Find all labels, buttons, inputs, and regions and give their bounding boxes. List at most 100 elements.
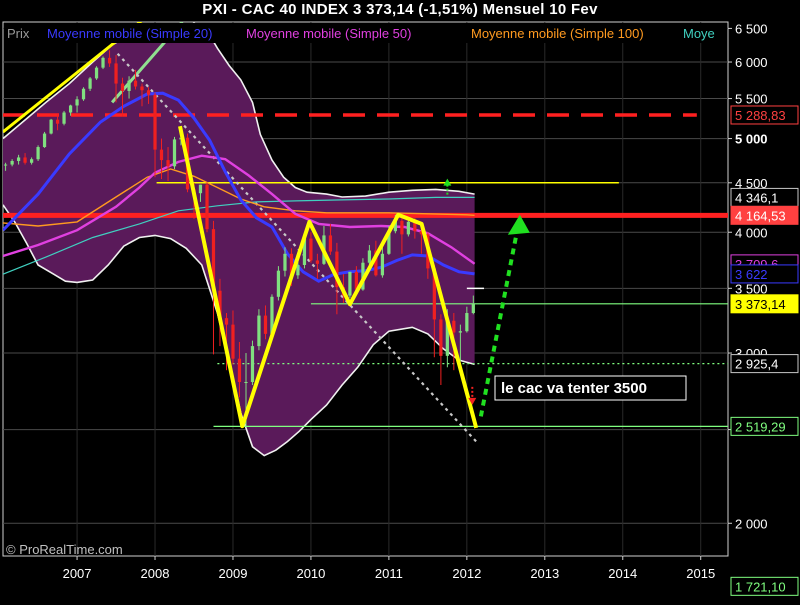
candle-body — [263, 315, 268, 334]
candle-body — [146, 90, 151, 95]
candle — [81, 87, 86, 101]
candle-body — [205, 184, 209, 230]
candle-body — [3, 164, 8, 166]
candle-body — [159, 149, 164, 161]
candle-body — [36, 147, 40, 160]
candle-body — [231, 324, 235, 359]
price-label: 3 622 — [730, 264, 799, 284]
price-label-text: 2 925,4 — [735, 357, 778, 372]
candle-body — [81, 88, 86, 100]
watermark: © ProRealTime.com — [6, 542, 123, 557]
price-label-text: 4 346,1 — [735, 190, 778, 205]
candle-body — [315, 260, 320, 264]
candle-body — [406, 221, 410, 235]
candle-body — [283, 253, 287, 271]
x-tick-label: 2008 — [141, 566, 170, 581]
candle — [250, 340, 255, 386]
price-label-text: 5 288,83 — [735, 108, 786, 123]
candle-body — [23, 157, 27, 163]
candle-body — [257, 315, 261, 347]
candle-body — [42, 133, 47, 148]
y-tick-label: 6 500 — [735, 21, 768, 36]
candle-body — [198, 184, 203, 194]
x-tick-label: 2014 — [608, 566, 637, 581]
legend-item: Moyenne mobile (Simple 100) — [471, 26, 644, 41]
y-tick-label: 5 500 — [735, 92, 768, 107]
candle-body — [380, 253, 385, 276]
price-label: 2 925,4 — [730, 354, 799, 374]
y-tick-label: 2 000 — [735, 516, 768, 531]
candle-body — [49, 119, 53, 134]
candle-body — [107, 57, 112, 64]
legend: Prix Moyenne mobile (Simple 20) Moyenne mo… — [4, 23, 727, 43]
candle-body — [452, 320, 456, 333]
x-tick-label: 2009 — [219, 566, 248, 581]
candle-body — [55, 119, 60, 124]
candle-body — [62, 112, 66, 124]
x-tick-label: 2010 — [296, 566, 325, 581]
legend-item: Moye — [683, 26, 715, 41]
price-label-text: 3 622 — [735, 267, 768, 282]
price-label: 2 519,29 — [730, 416, 799, 436]
y-tick-label: 3 500 — [735, 281, 768, 296]
x-tick-label: 2015 — [686, 566, 715, 581]
price-label: 1 721,10 — [730, 576, 799, 596]
x-tick-label: 2012 — [452, 566, 481, 581]
y-tick-label: 5 000 — [735, 132, 768, 147]
price-label: 3 373,14 — [730, 294, 799, 314]
chart-root: PXI - CAC 40 INDEX 3 373,14 (-1,51%) Men… — [0, 0, 800, 600]
candle — [348, 271, 352, 299]
candle-body — [348, 271, 352, 296]
candle-body — [88, 78, 92, 89]
candle-body — [309, 238, 313, 261]
candle-body — [276, 270, 281, 297]
annotation-text: le cac va tenter 3500 — [501, 380, 647, 397]
chart-title: PXI - CAC 40 INDEX 3 373,14 (-1,51%) Men… — [202, 1, 598, 18]
candle-body — [127, 80, 131, 91]
candle-body — [400, 220, 404, 235]
candle — [101, 56, 105, 70]
price-label: 5 288,83 — [730, 105, 799, 125]
x-tick-label: 2007 — [63, 566, 92, 581]
candle-body — [120, 83, 125, 91]
candle-body — [140, 86, 144, 91]
candle — [62, 110, 66, 126]
candle — [36, 145, 40, 161]
annotation-box: le cac va tenter 3500 — [494, 375, 687, 401]
chart-svg: le cac va tenter 3500 Prix Moyenne mobile … — [0, 21, 799, 596]
candle-body — [465, 313, 469, 332]
candle-body — [250, 346, 255, 383]
y-tick-label: 6 000 — [735, 55, 768, 70]
candle-body — [153, 94, 157, 150]
candle-body — [237, 358, 242, 383]
candle-body — [68, 105, 73, 113]
legend-item: Prix — [7, 26, 30, 41]
candle — [49, 118, 53, 135]
candle-body — [10, 160, 14, 165]
candle — [94, 66, 99, 80]
candle-body — [75, 99, 79, 106]
candle-body — [114, 63, 118, 84]
candle — [0, 161, 1, 167]
x-tick-label: 2011 — [375, 566, 403, 581]
candle-body — [166, 160, 170, 167]
candle — [205, 182, 209, 233]
candle-body — [16, 157, 21, 161]
price-label: 4 346,1 — [730, 187, 799, 207]
candle-body — [94, 67, 99, 79]
y-tick-label: 4 000 — [735, 225, 768, 240]
candle-body — [101, 57, 105, 68]
price-label-text: 2 519,29 — [735, 419, 786, 434]
price-label: 4 164,53 — [730, 205, 799, 225]
price-label-text: 4 164,53 — [735, 208, 786, 223]
candle-body — [0, 163, 1, 165]
price-label-text: 3 373,14 — [735, 297, 786, 312]
candle-body — [133, 80, 138, 87]
candle-body — [328, 235, 333, 252]
legend-item: Moyenne mobile (Simple 50) — [246, 26, 411, 41]
candle-body — [439, 319, 443, 356]
price-label-text: 1 721,10 — [735, 579, 786, 594]
x-tick-label: 2013 — [530, 566, 559, 581]
candle-body — [367, 250, 372, 263]
candle-body — [29, 159, 34, 163]
